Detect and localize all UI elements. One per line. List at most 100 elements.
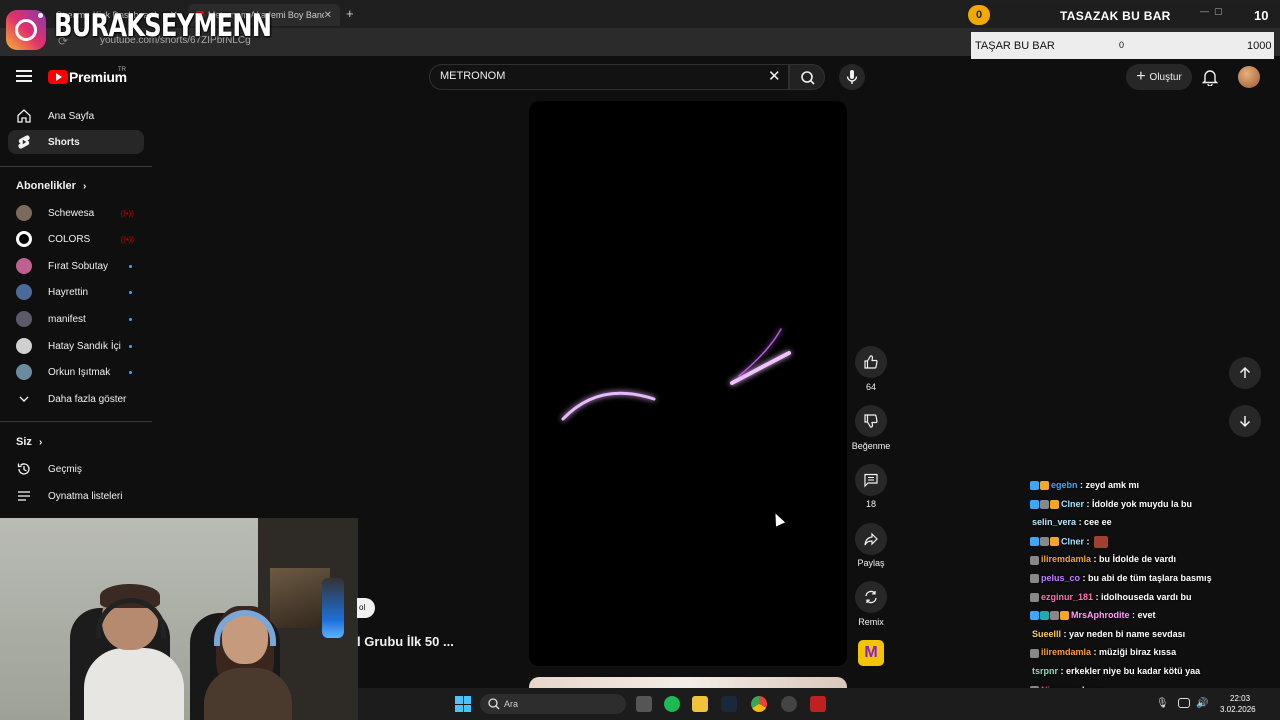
remix-button[interactable] (855, 581, 887, 613)
search-button[interactable] (789, 64, 825, 90)
arrow-up-icon (1239, 366, 1251, 378)
bar-progress-current: 0 (1119, 40, 1125, 50)
channel-name: Fırat Sobutay (48, 260, 109, 272)
chat-message: selin_vera : cee ee (1030, 517, 1112, 527)
close-icon[interactable]: ✕ (324, 10, 332, 21)
account-avatar[interactable] (1238, 66, 1260, 88)
new-content-dot (129, 290, 132, 294)
sidebar-item-label: Oynatma listeleri (48, 490, 123, 502)
clear-search-icon[interactable]: ✕ (768, 67, 781, 85)
sidebar-item-home[interactable]: Ana Sayfa (8, 104, 144, 128)
short-chip[interactable]: ol (357, 598, 375, 618)
youtube-logo-icon[interactable] (48, 70, 68, 84)
channel-avatar (16, 311, 32, 327)
channel-name: Schewesa (48, 207, 95, 219)
short-peek-title[interactable]: l Grubu İlk 50 ... (357, 634, 454, 649)
you-heading[interactable]: Siz › (16, 436, 42, 448)
display-icon[interactable] (1178, 698, 1190, 708)
badge-icons (1030, 537, 1059, 547)
badge-icons (1030, 574, 1039, 584)
next-short-button[interactable] (1229, 405, 1261, 437)
sidebar-item-sub-3[interactable]: Hayrettin (8, 280, 144, 304)
sidebar-item-playlists[interactable]: Oynatma listeleri (8, 484, 144, 508)
chat-username[interactable]: tsrpnr (1032, 666, 1058, 676)
sidebar-item-sub-1[interactable]: COLORS ((•)) (8, 227, 144, 251)
spotify-icon[interactable] (664, 696, 680, 712)
chat-text: : cee ee (1078, 517, 1112, 528)
taskbar-search-input[interactable] (480, 694, 626, 714)
dislike-button[interactable] (855, 405, 887, 437)
chat-username[interactable]: egebn (1051, 480, 1078, 490)
subscriptions-heading[interactable]: Abonelikler › (16, 180, 86, 192)
chat-badge-icon (1040, 611, 1049, 621)
window-controls: — ▢ (1200, 6, 1223, 16)
sidebar-item-sub-4[interactable]: manifest (8, 307, 144, 331)
voice-search-button[interactable] (839, 64, 865, 90)
sidebar-item-history[interactable]: Geçmiş (8, 457, 144, 481)
chat-message: tsrpnr : erkekler niye bu kadar kötü yaa (1030, 666, 1200, 676)
streamer-body (84, 648, 184, 720)
bar-widget-count: 10 (1254, 8, 1269, 23)
chat-badge-icon (1040, 499, 1049, 509)
streamer-name: BURAKSEYMENN (54, 8, 272, 44)
chat-username[interactable]: MrsAphrodite (1071, 610, 1130, 620)
channel-avatar (16, 284, 32, 300)
notifications-bell-icon[interactable] (1201, 68, 1219, 91)
chat-text: : (1086, 536, 1090, 547)
history-icon (16, 461, 32, 477)
sidebar-item-show-more[interactable]: Daha fazla göster (8, 387, 144, 411)
chat-message: MrsAphrodite : evet (1030, 610, 1156, 621)
new-tab-button[interactable]: + (346, 6, 354, 21)
sidebar-item-sub-5[interactable]: Hatay Sandık İçi (8, 334, 144, 358)
create-button[interactable]: + Oluştur (1126, 64, 1192, 90)
emote-icon (1093, 535, 1108, 548)
chat-username[interactable]: Clner (1061, 536, 1084, 546)
chrome-icon[interactable] (751, 696, 767, 712)
clock-date[interactable]: 3.02.2026 (1220, 705, 1256, 714)
channel-avatar (16, 364, 32, 380)
clock-time[interactable]: 22:03 (1230, 694, 1250, 703)
task-view-icon[interactable] (636, 696, 652, 712)
share-button[interactable] (855, 523, 887, 555)
microphone-icon[interactable]: 🎙 (1156, 698, 1169, 710)
playlist-icon (16, 488, 32, 504)
chat-badge-icon (1030, 648, 1039, 658)
channel-name: Hayrettin (48, 286, 89, 298)
badge-icons (1030, 592, 1039, 602)
chat-badge-icon (1050, 537, 1059, 547)
windows-start-icon[interactable] (455, 696, 471, 712)
chat-username[interactable]: Clner (1061, 499, 1084, 509)
comments-button[interactable] (855, 464, 887, 496)
guest-body (204, 668, 292, 720)
previous-short-button[interactable] (1229, 357, 1261, 389)
chat-username[interactable]: pelus_co (1041, 573, 1080, 583)
chat-badge-icon (1040, 481, 1049, 491)
sidebar-item-label: Shorts (48, 136, 80, 148)
sound-thumbnail-icon[interactable]: M (858, 640, 884, 666)
chat-text: : bu İdolde de vardı (1093, 554, 1177, 565)
app-icon[interactable] (810, 696, 826, 712)
chat-message: Clner : (1030, 535, 1108, 548)
volume-icon[interactable]: 🔊 (1196, 698, 1208, 709)
badge-icons (1030, 499, 1059, 509)
chat-username[interactable]: iliremdamla (1041, 647, 1091, 657)
sidebar-item-sub-0[interactable]: Schewesa ((•)) (8, 201, 144, 225)
sidebar-item-sub-2[interactable]: Fırat Sobutay (8, 254, 144, 278)
chat-username[interactable]: iliremdamla (1041, 554, 1091, 564)
short-video-player[interactable] (529, 101, 847, 666)
steam-icon[interactable] (721, 696, 737, 712)
channel-avatar (16, 338, 32, 354)
sidebar-item-sub-6[interactable]: Orkun Işıtmak (8, 360, 144, 384)
chat-username[interactable]: Sueelll (1032, 629, 1061, 639)
chat-username[interactable]: selin_vera (1032, 517, 1076, 527)
comment-icon (864, 473, 878, 488)
sidebar-item-shorts[interactable]: Shorts (8, 130, 144, 154)
menu-icon[interactable] (16, 68, 32, 84)
chevron-down-icon (16, 391, 32, 407)
share-label: Paylaş (857, 558, 885, 568)
like-button[interactable] (855, 346, 887, 378)
coin-badge: 0 (968, 5, 990, 25)
file-explorer-icon[interactable] (692, 696, 708, 712)
chat-username[interactable]: ezginur_181 (1041, 592, 1093, 602)
app-icon[interactable] (781, 696, 797, 712)
